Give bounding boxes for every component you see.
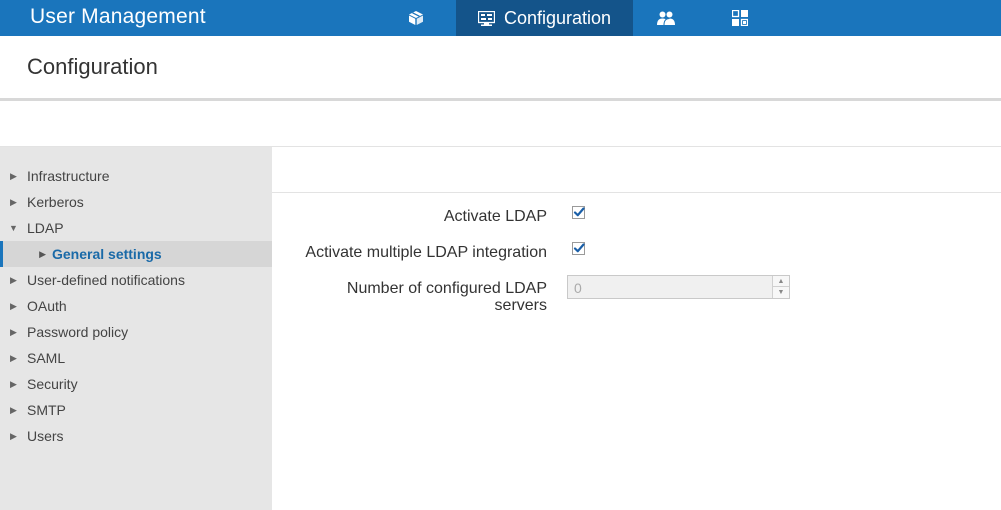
sidebar-item-kerberos[interactable]: ▶ Kerberos (0, 189, 272, 215)
content-divider (272, 192, 1001, 193)
sidebar-item-label: Infrastructure (27, 168, 110, 184)
sidebar-item-label: Security (27, 376, 78, 392)
chevron-up-icon: ▲ (777, 277, 785, 285)
activate-ldap-checkbox[interactable] (572, 206, 585, 219)
decrement-button[interactable]: ▼ (773, 287, 789, 298)
sidebar-item-password-policy[interactable]: ▶ Password policy (0, 319, 272, 345)
sidebar-item-general-settings[interactable]: ▶ General settings (0, 241, 272, 267)
num-ldap-servers-label-line1: Number of configured LDAP (346, 280, 547, 297)
expand-arrow-icon[interactable]: ▶ (3, 249, 46, 260)
collapse-arrow-icon[interactable]: ▼ (0, 223, 27, 233)
expand-arrow-icon[interactable]: ▶ (0, 301, 27, 312)
num-ldap-servers-label: Number of configured LDAP servers (347, 280, 547, 314)
sidebar-item-label: Users (27, 428, 64, 444)
expand-arrow-icon[interactable]: ▶ (0, 275, 27, 286)
checkmark-icon (573, 243, 585, 253)
dashboard-icon (732, 10, 748, 26)
sidebar-item-users[interactable]: ▶ Users (0, 423, 272, 449)
expand-arrow-icon[interactable]: ▶ (0, 197, 27, 208)
nav-configuration[interactable]: Configuration (456, 0, 633, 36)
stepper-buttons: ▲ ▼ (772, 276, 789, 298)
activate-multiple-ldap-label: Activate multiple LDAP integration (305, 244, 547, 261)
sidebar-item-label: LDAP (27, 220, 64, 236)
users-icon (657, 11, 675, 26)
sidebar-item-user-defined-notifications[interactable]: ▶ User-defined notifications (0, 267, 272, 293)
app-title: User Management (30, 5, 206, 28)
sidebar-item-security[interactable]: ▶ Security (0, 371, 272, 397)
nav-configuration-label: Configuration (503, 7, 612, 28)
configuration-icon (477, 10, 495, 26)
chevron-down-icon: ▼ (777, 289, 785, 296)
activate-multiple-ldap-checkbox[interactable] (572, 242, 585, 255)
num-ldap-servers-value: 0 (574, 280, 582, 296)
sidebar-item-label: User-defined notifications (27, 272, 185, 288)
sidebar-item-label: SAML (27, 350, 66, 366)
expand-arrow-icon[interactable]: ▶ (0, 431, 27, 442)
sidebar-item-label: SMTP (27, 402, 66, 418)
sidebar-item-label: Kerberos (27, 194, 84, 210)
sidebar-item-ldap[interactable]: ▼ LDAP (0, 215, 272, 241)
sidebar-item-label: OAuth (27, 298, 67, 314)
checkmark-icon (573, 207, 585, 217)
num-ldap-servers-stepper[interactable]: 0 ▲ ▼ (567, 275, 790, 299)
page-header: Configuration (0, 36, 1001, 101)
sidebar-item-label: General settings (52, 246, 162, 262)
activate-ldap-label: Activate LDAP (443, 208, 547, 225)
nav-package[interactable] (392, 0, 440, 36)
expand-arrow-icon[interactable]: ▶ (0, 171, 27, 182)
num-ldap-servers-label-line2: servers (494, 297, 547, 314)
sidebar-item-oauth[interactable]: ▶ OAuth (0, 293, 272, 319)
nav-users[interactable] (642, 0, 690, 36)
package-icon (409, 11, 423, 25)
nav-dashboard[interactable] (716, 0, 764, 36)
sidebar-item-saml[interactable]: ▶ SAML (0, 345, 272, 371)
expand-arrow-icon[interactable]: ▶ (0, 379, 27, 390)
expand-arrow-icon[interactable]: ▶ (0, 353, 27, 364)
expand-arrow-icon[interactable]: ▶ (0, 405, 27, 416)
top-bar: User Management Configuration (0, 0, 1001, 36)
increment-button[interactable]: ▲ (773, 276, 789, 287)
sidebar-item-label: Password policy (27, 324, 129, 340)
sidebar-item-smtp[interactable]: ▶ SMTP (0, 397, 272, 423)
sidebar-item-infrastructure[interactable]: ▶ Infrastructure (0, 163, 272, 189)
expand-arrow-icon[interactable]: ▶ (0, 327, 27, 338)
sidebar: ▶ Infrastructure ▶ Kerberos ▼ LDAP ▶ Gen… (0, 147, 272, 510)
page-title: Configuration (27, 54, 158, 79)
